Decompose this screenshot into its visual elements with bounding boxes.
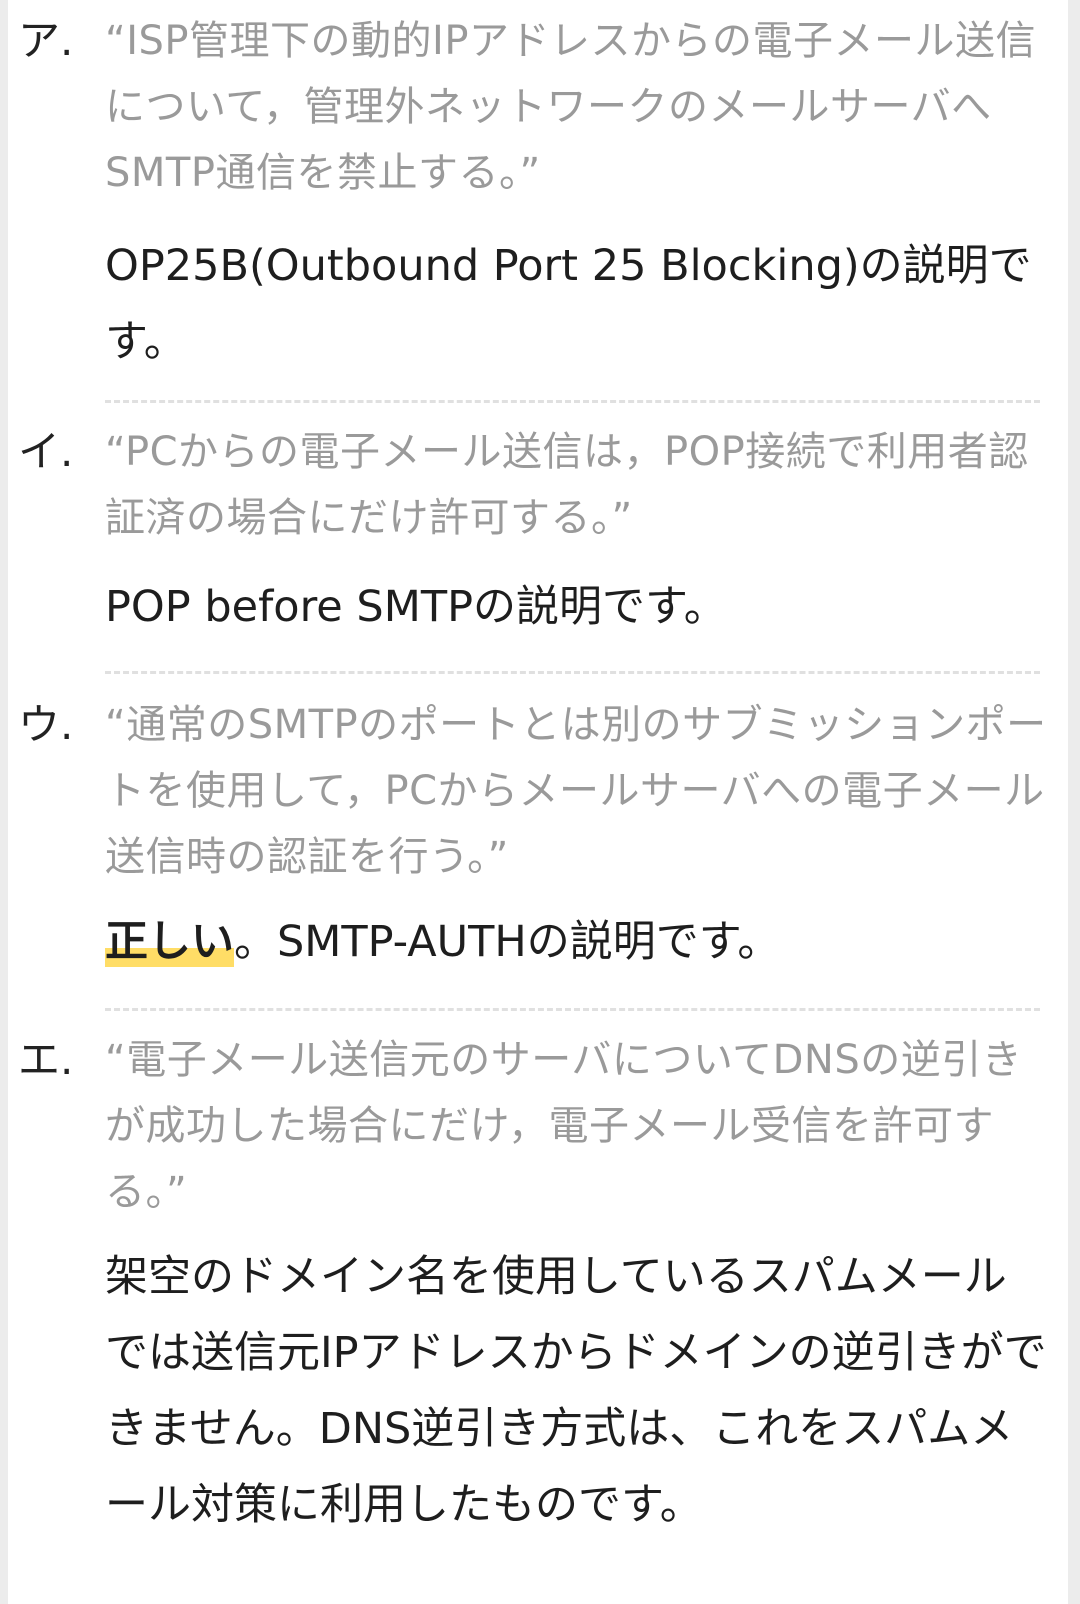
correct-highlight: 正しい [105,917,234,967]
option-explanation: POP before SMTPの説明です。 [105,582,727,632]
option-i: イ. “PCからの電子メール送信は，POP接続で利用者認証済の場合にだけ許可する… [8,403,1068,645]
option-explanation: 架空のドメイン名を使用しているスパムメールでは送信元IPアドレスからドメインの逆… [105,1252,1047,1530]
option-marker: ウ. [18,700,74,749]
option-u: ウ. “通常のSMTPのポートとは別のサブミッションポートを使用して，PCからメ… [8,674,1068,980]
option-e: エ. “電子メール送信元のサーバについてDNSの逆引きが成功した場合にだけ，電子… [8,1011,1068,1543]
option-marker: ア. [18,16,74,65]
option-explanation: 正しい。SMTP-AUTHの説明です。 [105,904,1048,980]
option-marker: イ. [18,427,74,476]
option-explanation: OP25B(Outbound Port 25 Blocking)の説明です。 [105,241,1032,367]
option-quote: “PCからの電子メール送信は，POP接続で利用者認証済の場合にだけ許可する。” [105,429,1029,541]
option-quote: “通常のSMTPのポートとは別のサブミッションポートを使用して，PCからメールサ… [105,702,1047,880]
explanation-page: ア. “ISP管理下の動的IPアドレスからの電子メール送信について，管理外ネット… [8,0,1068,1604]
option-explanation-text: 。SMTP-AUTHの説明です。 [234,917,781,967]
option-quote: “電子メール送信元のサーバについてDNSの逆引きが成功した場合にだけ，電子メール… [105,1037,1023,1215]
option-a: ア. “ISP管理下の動的IPアドレスからの電子メール送信について，管理外ネット… [8,0,1068,380]
option-marker: エ. [18,1035,74,1084]
option-quote: “ISP管理下の動的IPアドレスからの電子メール送信について，管理外ネットワーク… [105,18,1036,196]
